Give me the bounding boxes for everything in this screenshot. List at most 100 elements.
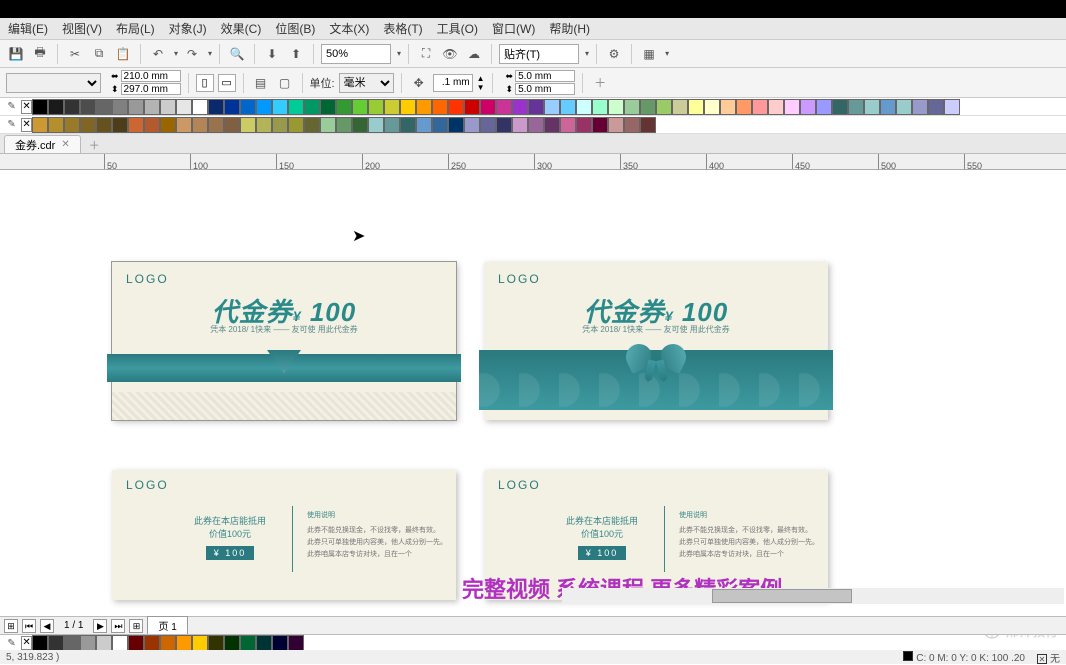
color-swatch[interactable] [512, 99, 528, 115]
color-swatch[interactable] [592, 99, 608, 115]
color-swatch[interactable] [368, 117, 384, 133]
color-swatch[interactable] [144, 635, 160, 651]
current-page-icon[interactable]: ▢ [275, 73, 295, 93]
color-swatch[interactable] [80, 635, 96, 651]
color-swatch[interactable] [608, 117, 624, 133]
menu-window[interactable]: 窗口(W) [492, 20, 535, 37]
no-color-swatch[interactable]: ✕ [21, 100, 32, 114]
color-swatch[interactable] [592, 117, 608, 133]
color-swatch[interactable] [416, 117, 432, 133]
no-color-swatch[interactable]: ✕ [21, 118, 32, 132]
fullscreen-icon[interactable]: ⛶ [416, 44, 436, 64]
color-swatch[interactable] [144, 117, 160, 133]
menu-object[interactable]: 对象(J) [169, 20, 207, 37]
voucher-front-b[interactable]: LOGO 代金券¥ 100 凭本 2018/ 1快来 —— 友可使 用此代金券 [484, 262, 828, 420]
menu-view[interactable]: 视图(V) [62, 20, 102, 37]
undo-icon[interactable]: ↶ [148, 44, 168, 64]
color-swatch[interactable] [496, 117, 512, 133]
color-swatch[interactable] [864, 99, 880, 115]
color-swatch[interactable] [944, 99, 960, 115]
menu-help[interactable]: 帮助(H) [549, 20, 590, 37]
page-size-preset[interactable] [6, 73, 101, 93]
add-page-after-button[interactable]: ⊞ [129, 619, 143, 633]
color-swatch[interactable] [240, 635, 256, 651]
next-page-button[interactable]: ▶ [93, 619, 107, 633]
close-icon[interactable]: ✕ [61, 139, 69, 150]
color-swatch[interactable] [752, 99, 768, 115]
prev-page-button[interactable]: ◀ [40, 619, 54, 633]
color-swatch[interactable] [560, 117, 576, 133]
color-swatch[interactable] [208, 99, 224, 115]
color-swatch[interactable] [208, 635, 224, 651]
color-swatch[interactable] [32, 635, 48, 651]
menu-table[interactable]: 表格(T) [383, 20, 422, 37]
portrait-button[interactable]: ▯ [196, 74, 214, 92]
color-swatch[interactable] [816, 99, 832, 115]
spinner-up[interactable]: ▲ [477, 74, 485, 83]
color-swatch[interactable] [640, 99, 656, 115]
add-icon[interactable]: ＋ [590, 73, 610, 93]
color-swatch[interactable] [640, 117, 656, 133]
color-swatch[interactable] [544, 117, 560, 133]
color-swatch[interactable] [192, 635, 208, 651]
paste-icon[interactable]: 📋 [113, 44, 133, 64]
scrollbar-thumb[interactable] [712, 589, 852, 603]
color-swatch[interactable] [464, 117, 480, 133]
menu-edit[interactable]: 编辑(E) [8, 20, 48, 37]
eyedropper-icon[interactable]: ✎ [4, 115, 19, 135]
color-swatch[interactable] [400, 117, 416, 133]
color-swatch[interactable] [128, 635, 144, 651]
color-swatch[interactable] [144, 99, 160, 115]
color-swatch[interactable] [160, 99, 176, 115]
color-swatch[interactable] [672, 99, 688, 115]
fill-indicator[interactable]: C: 0 M: 0 Y: 0 K: 100 .20 [903, 651, 1025, 664]
color-swatch[interactable] [512, 117, 528, 133]
color-swatch[interactable] [448, 99, 464, 115]
eyedropper-icon[interactable]: ✎ [4, 97, 19, 117]
menu-layout[interactable]: 布局(L) [116, 20, 155, 37]
color-swatch[interactable] [480, 117, 496, 133]
color-swatch[interactable] [832, 99, 848, 115]
color-swatch[interactable] [160, 117, 176, 133]
color-swatch[interactable] [560, 99, 576, 115]
color-swatch[interactable] [112, 99, 128, 115]
color-swatch[interactable] [352, 99, 368, 115]
color-swatch[interactable] [288, 117, 304, 133]
color-swatch[interactable] [48, 99, 64, 115]
color-swatch[interactable] [96, 117, 112, 133]
color-swatch[interactable] [64, 99, 80, 115]
color-swatch[interactable] [288, 635, 304, 651]
launch-icon[interactable]: ▦ [639, 44, 659, 64]
color-swatch[interactable] [80, 99, 96, 115]
page-tab[interactable]: 页 1 [147, 616, 187, 635]
search-icon[interactable]: 🔍 [227, 44, 247, 64]
page-width-input[interactable] [121, 70, 181, 82]
preview-icon[interactable]: 👁 [440, 44, 460, 64]
color-swatch[interactable] [400, 99, 416, 115]
color-swatch[interactable] [192, 99, 208, 115]
color-swatch[interactable] [272, 99, 288, 115]
color-swatch[interactable] [384, 117, 400, 133]
last-page-button[interactable]: ⏭ [111, 619, 125, 633]
color-swatch[interactable] [496, 99, 512, 115]
color-swatch[interactable] [272, 635, 288, 651]
color-swatch[interactable] [352, 117, 368, 133]
color-swatch[interactable] [528, 117, 544, 133]
cut-icon[interactable]: ✂ [65, 44, 85, 64]
menu-tools[interactable]: 工具(O) [437, 20, 478, 37]
no-color-swatch[interactable]: ✕ [21, 636, 32, 650]
dup-y-input[interactable] [515, 83, 575, 95]
color-swatch[interactable] [288, 99, 304, 115]
color-swatch[interactable] [96, 635, 112, 651]
import-icon[interactable]: ⬇ [262, 44, 282, 64]
document-tab[interactable]: 金券.cdr ✕ [4, 135, 81, 153]
color-swatch[interactable] [48, 635, 64, 651]
color-swatch[interactable] [448, 117, 464, 133]
color-swatch[interactable] [304, 117, 320, 133]
color-swatch[interactable] [176, 635, 192, 651]
color-swatch[interactable] [224, 635, 240, 651]
color-swatch[interactable] [624, 99, 640, 115]
spinner-down[interactable]: ▼ [477, 83, 485, 92]
color-swatch[interactable] [224, 99, 240, 115]
options-icon[interactable]: ⚙ [604, 44, 624, 64]
